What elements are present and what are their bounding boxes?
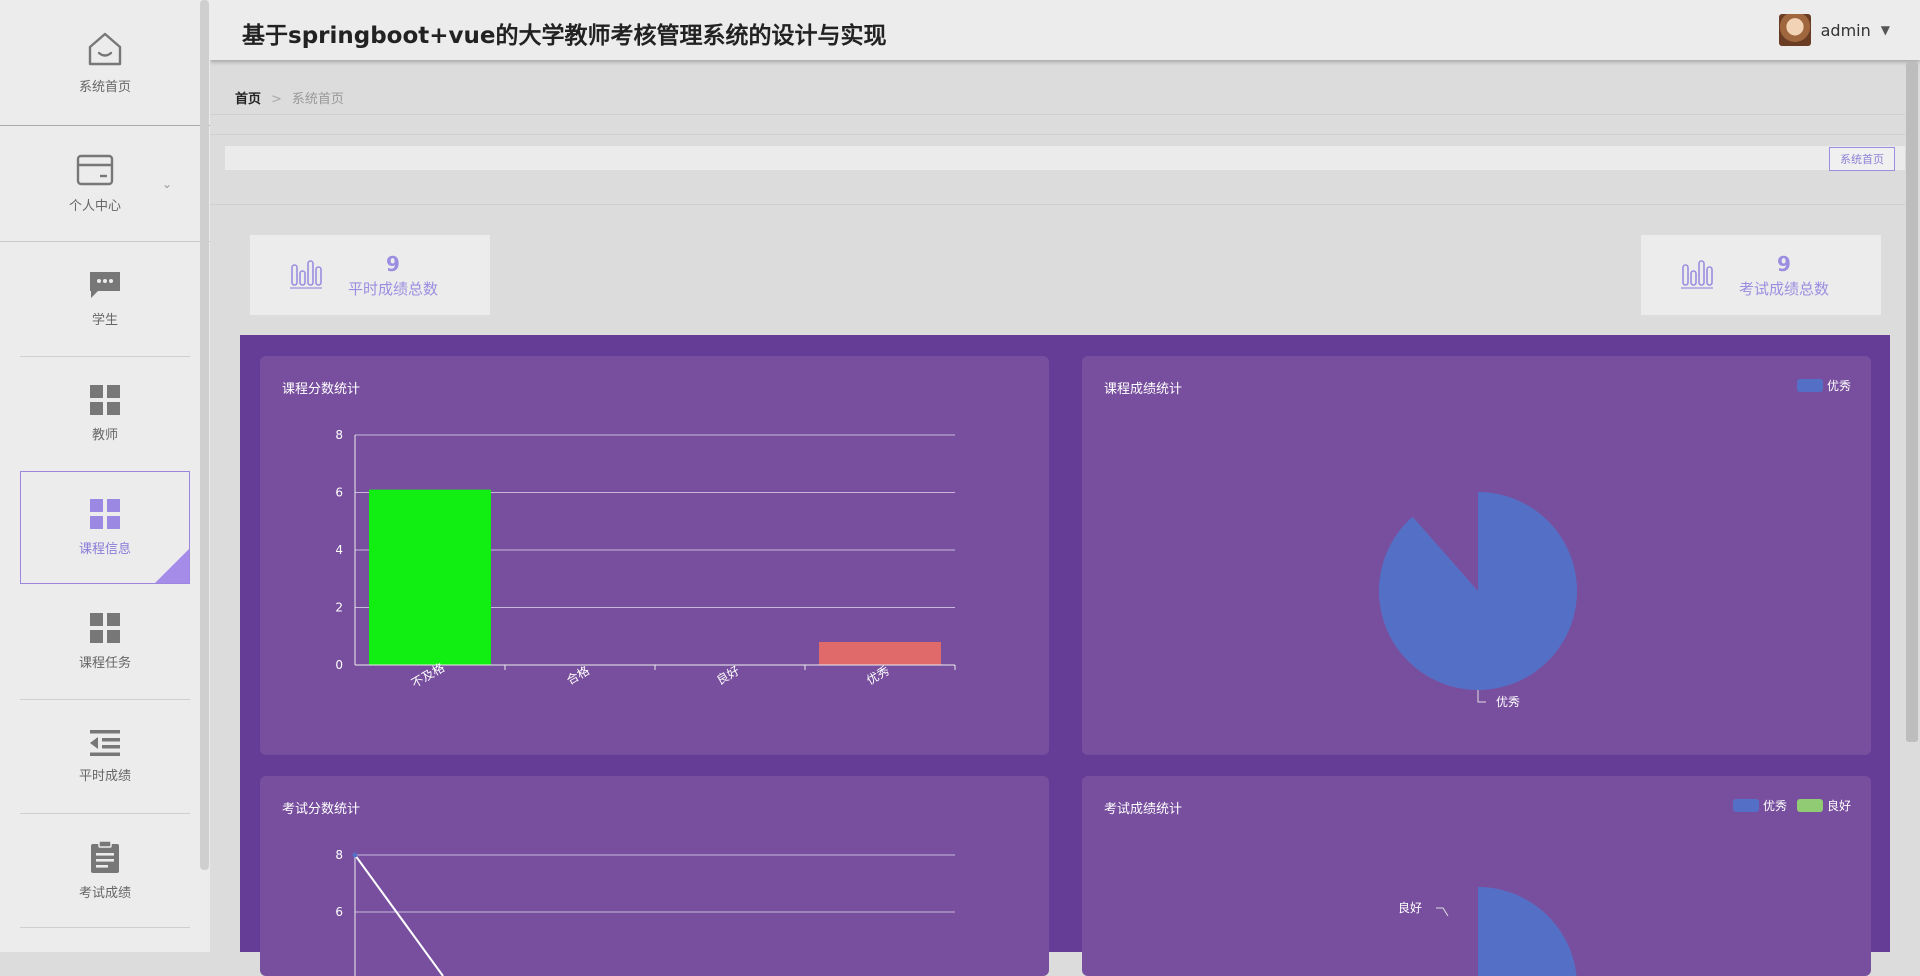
grid-icon [89, 384, 121, 420]
bar [819, 642, 941, 665]
x-tick-label: 优秀 [864, 663, 892, 687]
pie-chart: 良好 [1398, 887, 1577, 976]
stat-value: 9 [386, 251, 400, 276]
bar [369, 489, 491, 665]
pie-chart: 优秀 [1379, 492, 1577, 709]
data-point [352, 852, 358, 858]
pie-slice [1478, 887, 1577, 976]
sidebar: 系统首页 个人中心 ⌄ 学生 教师 课程信息 课程任务 平时成绩 考试成绩 [0, 0, 210, 952]
panel-course-grade: 课程成绩统计 优秀 优秀 [1082, 356, 1871, 755]
breadcrumb: 首页 > 系统首页 [235, 88, 344, 107]
sidebar-item-label: 平时成绩 [78, 769, 131, 784]
stat-card-regular-grades: 9 平时成绩总数 [250, 235, 490, 315]
sidebar-scrollbar[interactable] [200, 0, 209, 870]
sidebar-item-teacher[interactable]: 教师 [20, 357, 190, 470]
home-icon [86, 30, 124, 72]
dashboard: 课程分数统计 0 2 4 6 8 不及格 合格 良好 优秀 课程成绩统计 优秀 优秀 考试分数统… [240, 335, 1890, 976]
line-chart: 68 [335, 848, 955, 976]
sidebar-item-regular-grades[interactable]: 平时成绩 [20, 700, 190, 813]
stat-label: 考试成绩总数 [1739, 279, 1830, 298]
y-tick-label: 8 [335, 848, 343, 862]
breadcrumb-home[interactable]: 首页 [235, 92, 261, 107]
caret-down-icon[interactable]: ▼ [1881, 23, 1890, 37]
sidebar-item-student[interactable]: 学生 [20, 242, 190, 355]
pie-label: 优秀 [1496, 695, 1520, 709]
user-menu[interactable]: admin ▼ [1778, 14, 1890, 46]
bar-chart: 02468不及格 合格 良好 优秀 [335, 428, 956, 691]
card-icon [76, 153, 114, 191]
divider [210, 134, 1905, 135]
sidebar-item-exam-grades[interactable]: 考试成绩 [20, 814, 190, 927]
x-tick-label: 良好 [714, 663, 742, 688]
sidebar-item-course-info[interactable]: 课程信息 [20, 471, 190, 584]
avatar[interactable] [1778, 14, 1811, 46]
tab-strip: 系统首页 [225, 146, 1905, 171]
sidebar-item-label: 课程信息 [78, 542, 131, 557]
grid-icon [89, 498, 121, 534]
y-tick-label: 8 [335, 428, 343, 442]
tab-home[interactable]: 系统首页 [1829, 147, 1895, 171]
sidebar-item-personal-center[interactable]: 个人中心 ⌄ [0, 126, 190, 241]
label-leader [1436, 907, 1449, 917]
clipboard-icon [90, 840, 120, 878]
bar-chart-icon [1681, 257, 1713, 293]
stat-value: 9 [1777, 251, 1791, 276]
sidebar-item-label: 考试成绩 [78, 886, 131, 901]
y-tick-label: 6 [335, 905, 343, 919]
series-line [354, 854, 444, 976]
panel-exam-score: 考试分数统计 68 [260, 776, 1049, 976]
list-indent-icon [89, 729, 121, 761]
panel-exam-grade: 考试成绩统计 优秀 良好 良好 [1082, 776, 1871, 976]
sidebar-item-label: 系统首页 [78, 80, 131, 95]
stat-label: 平时成绩总数 [348, 279, 439, 298]
top-header: 基于springboot+vue的大学教师考核管理系统的设计与实现 admin … [210, 0, 1920, 60]
pie-slice [1379, 492, 1577, 690]
sidebar-item-label: 学生 [91, 313, 118, 328]
divider [20, 927, 190, 928]
panel-course-score: 课程分数统计 0 2 4 6 8 不及格 合格 良好 优秀 [260, 356, 1049, 755]
divider [210, 204, 1905, 205]
chevron-down-icon: ⌄ [161, 176, 172, 191]
grid-icon [89, 612, 121, 648]
sidebar-item-label: 个人中心 [68, 199, 121, 214]
breadcrumb-separator: > [271, 92, 282, 107]
sidebar-item-label: 教师 [91, 428, 118, 443]
divider [210, 114, 1905, 115]
app-title: 基于springboot+vue的大学教师考核管理系统的设计与实现 [242, 23, 887, 49]
y-tick-label: 6 [335, 486, 343, 500]
chat-icon [88, 269, 122, 305]
pie-label: 良好 [1398, 900, 1422, 915]
sidebar-item-home[interactable]: 系统首页 [20, 0, 190, 125]
label-leader [1477, 690, 1486, 703]
bar-chart-icon [290, 257, 322, 293]
y-tick-label: 4 [335, 543, 343, 557]
breadcrumb-current: 系统首页 [291, 92, 344, 107]
user-name[interactable]: admin [1821, 21, 1871, 40]
y-tick-label: 0 [335, 658, 343, 672]
sidebar-item-course-task[interactable]: 课程任务 [20, 585, 190, 698]
main-scrollbar[interactable] [1906, 62, 1918, 742]
sidebar-item-label: 课程任务 [78, 656, 131, 671]
x-tick-label: 合格 [564, 663, 592, 688]
y-tick-label: 2 [335, 601, 343, 615]
stat-card-exam-grades: 9 考试成绩总数 [1641, 235, 1881, 315]
